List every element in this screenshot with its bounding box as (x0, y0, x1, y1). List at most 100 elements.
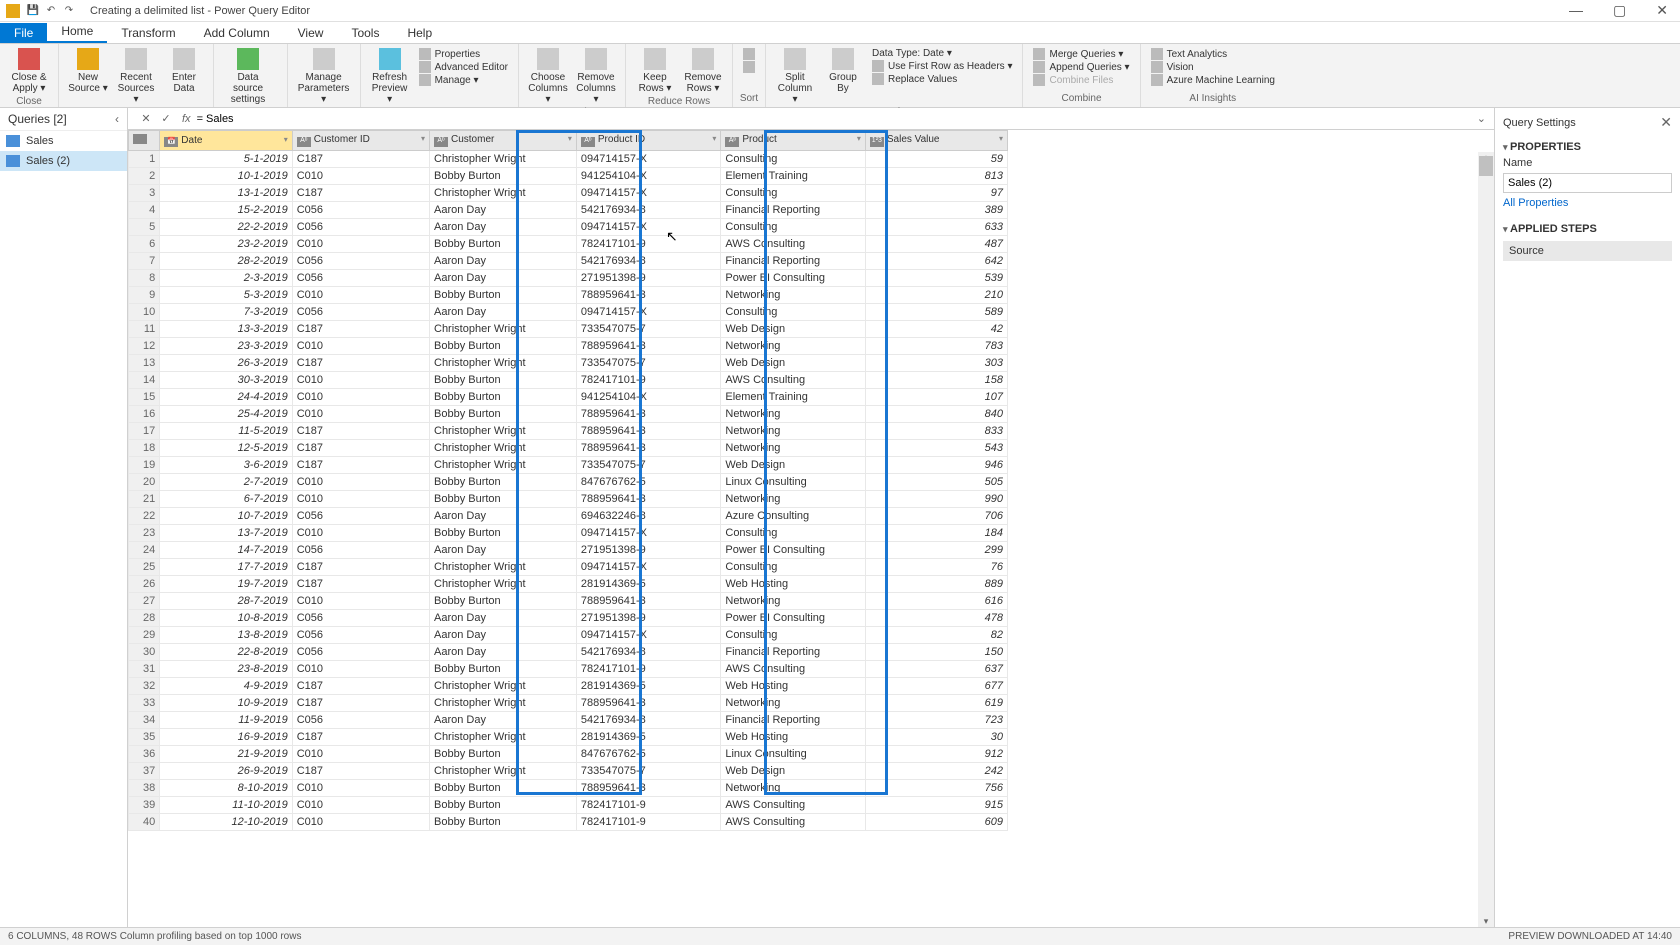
cell-customer-id[interactable]: C010 (292, 168, 429, 185)
query-item-sales[interactable]: Sales (0, 131, 127, 151)
cell-product-id[interactable]: 094714157-X (576, 525, 720, 542)
cell-date[interactable]: 26-3-2019 (160, 355, 292, 372)
cell-product-id[interactable]: 941254104-X (576, 389, 720, 406)
cell-date[interactable]: 16-9-2019 (160, 729, 292, 746)
cell-customer[interactable]: Bobby Burton (430, 797, 577, 814)
queries-collapse-icon[interactable]: ‹ (115, 112, 119, 126)
cell-customer[interactable]: Christopher Wright (430, 763, 577, 780)
row-number[interactable]: 29 (129, 627, 160, 644)
cell-customer[interactable]: Aaron Day (430, 253, 577, 270)
row-number[interactable]: 30 (129, 644, 160, 661)
cell-customer-id[interactable]: C056 (292, 304, 429, 321)
cell-customer-id[interactable]: C056 (292, 712, 429, 729)
cell-product-id[interactable]: 733547075-7 (576, 457, 720, 474)
cell-date[interactable]: 17-7-2019 (160, 559, 292, 576)
cell-customer[interactable]: Aaron Day (430, 270, 577, 287)
properties-button[interactable]: Properties (419, 48, 508, 60)
row-number[interactable]: 21 (129, 491, 160, 508)
cell-sales-value[interactable]: 184 (865, 525, 1007, 542)
cell-date[interactable]: 10-1-2019 (160, 168, 292, 185)
text-analytics-button[interactable]: Text Analytics (1151, 48, 1275, 60)
table-row[interactable]: 9 5-3-2019 C010 Bobby Burton 788959641-3… (129, 287, 1008, 304)
table-row[interactable]: 34 11-9-2019 C056 Aaron Day 542176934-8 … (129, 712, 1008, 729)
cell-date[interactable]: 12-5-2019 (160, 440, 292, 457)
table-row[interactable]: 1 5-1-2019 C187 Christopher Wright 09471… (129, 151, 1008, 168)
column-header-customer-id[interactable]: AᵇCustomer ID▾ (292, 131, 429, 151)
row-number[interactable]: 35 (129, 729, 160, 746)
cell-date[interactable]: 7-3-2019 (160, 304, 292, 321)
cell-customer-id[interactable]: C187 (292, 321, 429, 338)
cell-customer-id[interactable]: C010 (292, 746, 429, 763)
table-row[interactable]: 4 15-2-2019 C056 Aaron Day 542176934-8 F… (129, 202, 1008, 219)
row-number[interactable]: 36 (129, 746, 160, 763)
cell-customer[interactable]: Christopher Wright (430, 695, 577, 712)
replace-values-button[interactable]: Replace Values (872, 73, 1013, 85)
row-number[interactable]: 18 (129, 440, 160, 457)
cell-customer-id[interactable]: C187 (292, 576, 429, 593)
cell-customer[interactable]: Bobby Burton (430, 474, 577, 491)
cell-customer[interactable]: Bobby Burton (430, 168, 577, 185)
cell-customer[interactable]: Christopher Wright (430, 576, 577, 593)
cell-product[interactable]: Financial Reporting (721, 253, 865, 270)
row-number[interactable]: 5 (129, 219, 160, 236)
cell-customer[interactable]: Bobby Burton (430, 780, 577, 797)
close-apply-button[interactable]: Close & Apply ▾ (6, 46, 52, 96)
formula-expand-icon[interactable]: ⌄ (1477, 112, 1486, 125)
cell-customer[interactable]: Christopher Wright (430, 457, 577, 474)
cell-date[interactable]: 28-2-2019 (160, 253, 292, 270)
cell-date[interactable]: 10-8-2019 (160, 610, 292, 627)
cell-product-id[interactable]: 094714157-X (576, 304, 720, 321)
cell-product[interactable]: Power BI Consulting (721, 610, 865, 627)
advanced-editor-button[interactable]: Advanced Editor (419, 61, 508, 73)
group-by-button[interactable]: Group By (820, 46, 866, 96)
cell-customer[interactable]: Christopher Wright (430, 185, 577, 202)
cell-product-id[interactable]: 094714157-X (576, 185, 720, 202)
cell-date[interactable]: 2-3-2019 (160, 270, 292, 287)
cell-product[interactable]: Power BI Consulting (721, 270, 865, 287)
table-row[interactable]: 29 13-8-2019 C056 Aaron Day 094714157-X … (129, 627, 1008, 644)
cell-sales-value[interactable]: 912 (865, 746, 1007, 763)
table-row[interactable]: 21 6-7-2019 C010 Bobby Burton 788959641-… (129, 491, 1008, 508)
azure-ml-button[interactable]: Azure Machine Learning (1151, 74, 1275, 86)
cell-customer-id[interactable]: C056 (292, 202, 429, 219)
cell-product-id[interactable]: 094714157-X (576, 219, 720, 236)
all-properties-link[interactable]: All Properties (1503, 197, 1672, 209)
cell-sales-value[interactable]: 487 (865, 236, 1007, 253)
cell-product-id[interactable]: 094714157-X (576, 151, 720, 168)
cell-customer-id[interactable]: C056 (292, 610, 429, 627)
cell-customer-id[interactable]: C010 (292, 372, 429, 389)
table-row[interactable]: 20 2-7-2019 C010 Bobby Burton 847676762-… (129, 474, 1008, 491)
cell-sales-value[interactable]: 42 (865, 321, 1007, 338)
table-row[interactable]: 33 10-9-2019 C187 Christopher Wright 788… (129, 695, 1008, 712)
cell-product[interactable]: Networking (721, 780, 865, 797)
cell-product[interactable]: Azure Consulting (721, 508, 865, 525)
table-row[interactable]: 37 26-9-2019 C187 Christopher Wright 733… (129, 763, 1008, 780)
cell-sales-value[interactable]: 723 (865, 712, 1007, 729)
cell-sales-value[interactable]: 543 (865, 440, 1007, 457)
remove-rows-button[interactable]: Remove Rows ▾ (680, 46, 726, 96)
maximize-button[interactable]: ▢ (1607, 2, 1632, 19)
properties-section-header[interactable]: PROPERTIES (1503, 137, 1672, 157)
cell-product-id[interactable]: 847676762-5 (576, 474, 720, 491)
row-number[interactable]: 28 (129, 610, 160, 627)
table-row[interactable]: 32 4-9-2019 C187 Christopher Wright 2819… (129, 678, 1008, 695)
table-row[interactable]: 28 10-8-2019 C056 Aaron Day 271951398-9 … (129, 610, 1008, 627)
cell-sales-value[interactable]: 76 (865, 559, 1007, 576)
row-number[interactable]: 6 (129, 236, 160, 253)
cell-sales-value[interactable]: 299 (865, 542, 1007, 559)
cell-date[interactable]: 23-8-2019 (160, 661, 292, 678)
table-row[interactable]: 17 11-5-2019 C187 Christopher Wright 788… (129, 423, 1008, 440)
cell-date[interactable]: 24-4-2019 (160, 389, 292, 406)
cell-sales-value[interactable]: 107 (865, 389, 1007, 406)
table-row[interactable]: 5 22-2-2019 C056 Aaron Day 094714157-X C… (129, 219, 1008, 236)
table-row[interactable]: 30 22-8-2019 C056 Aaron Day 542176934-8 … (129, 644, 1008, 661)
cell-customer-id[interactable]: C010 (292, 287, 429, 304)
row-number[interactable]: 7 (129, 253, 160, 270)
table-row[interactable]: 2 10-1-2019 C010 Bobby Burton 941254104-… (129, 168, 1008, 185)
cell-date[interactable]: 30-3-2019 (160, 372, 292, 389)
cell-product[interactable]: Web Design (721, 321, 865, 338)
cell-product-id[interactable]: 733547075-7 (576, 321, 720, 338)
cell-product[interactable]: Networking (721, 593, 865, 610)
tab-transform[interactable]: Transform (107, 23, 189, 43)
row-number[interactable]: 23 (129, 525, 160, 542)
